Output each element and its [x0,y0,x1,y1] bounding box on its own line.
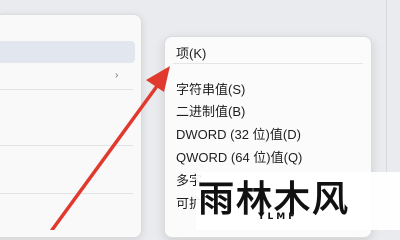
watermark-logo-subtext: YLMF [258,212,298,222]
